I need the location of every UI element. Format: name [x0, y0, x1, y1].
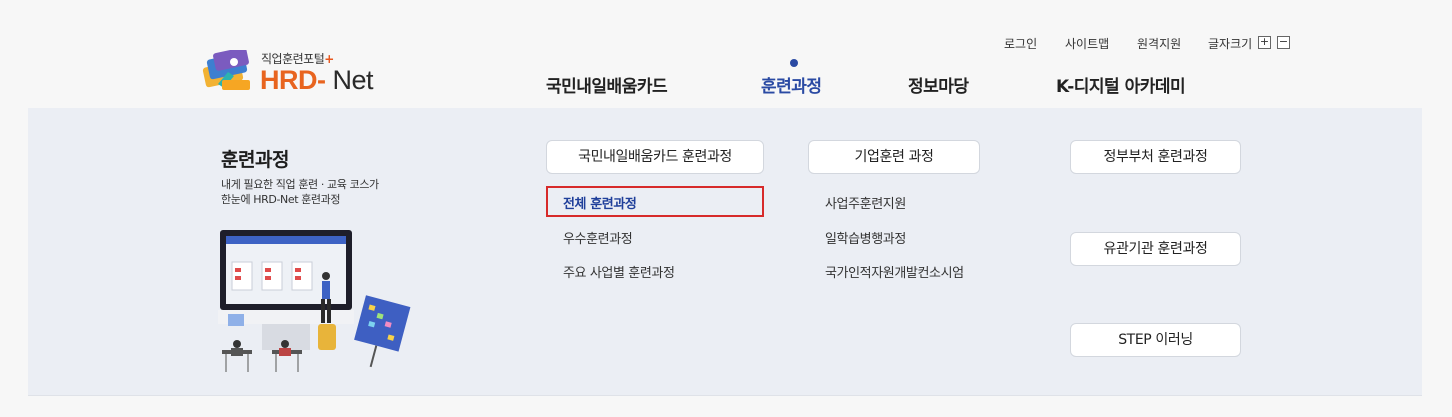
link-work-study-course[interactable]: 일학습병행과정: [825, 228, 906, 247]
category-related-agency-training[interactable]: 유관기관 훈련과정: [1070, 232, 1241, 266]
category-corporate-training[interactable]: 기업훈련 과정: [808, 140, 980, 174]
site-header: 직업훈련포털+ HRD- Net 로그인 사이트맵 원격지원 글자크기 + − …: [0, 0, 1452, 108]
category-step-elearning[interactable]: STEP 이러닝: [1070, 323, 1241, 357]
logo-wordmark: HRD- Net: [260, 65, 374, 95]
active-menu-indicator: [790, 59, 798, 67]
font-size-decrease-button[interactable]: −: [1277, 36, 1290, 49]
link-business-training[interactable]: 주요 사업별 훈련과정: [563, 262, 675, 281]
sitemap-link[interactable]: 사이트맵: [1065, 35, 1109, 52]
remote-support-link[interactable]: 원격지원: [1137, 35, 1181, 52]
logo-emblem-icon: [202, 50, 250, 90]
panel-description: 내게 필요한 직업 훈련 · 교육 코스가 한눈에 HRD-Net 훈련과정: [221, 178, 379, 206]
font-size-label: 글자크기: [1208, 37, 1253, 51]
category-government-training[interactable]: 정부부처 훈련과정: [1070, 140, 1241, 174]
link-excellent-training[interactable]: 우수훈련과정: [563, 228, 633, 247]
gnb-item-info[interactable]: 정보마당: [908, 72, 969, 97]
panel-title: 훈련과정: [221, 149, 289, 171]
category-national-card-training[interactable]: 국민내일배움카드 훈련과정: [546, 140, 764, 174]
link-national-consortium[interactable]: 국가인적자원개발컨소시엄: [825, 262, 964, 281]
gnb-item-k-digital[interactable]: K-디지털 아카데미: [1056, 72, 1186, 97]
training-illustration: [218, 230, 411, 372]
gnb-item-card[interactable]: 국민내일배움카드: [546, 72, 668, 97]
font-size-increase-button[interactable]: +: [1258, 36, 1271, 49]
login-link[interactable]: 로그인: [1004, 35, 1037, 52]
hrd-net-logo[interactable]: 직업훈련포털+ HRD- Net: [200, 48, 390, 98]
gnb-item-training[interactable]: 훈련과정: [761, 72, 822, 97]
link-employer-training-support[interactable]: 사업주훈련지원: [825, 193, 906, 212]
link-all-training[interactable]: 전체 훈련과정: [563, 193, 637, 212]
